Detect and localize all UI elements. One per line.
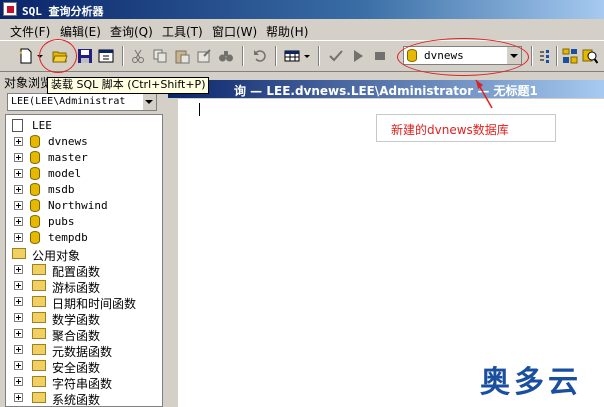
annotation-callout: 新建的dvnews数据库 bbox=[376, 114, 556, 142]
annotation-arrow bbox=[475, 79, 493, 109]
watermark-logo: 奥多云 bbox=[480, 365, 582, 400]
annotation-text: 新建的dvnews数据库 bbox=[391, 123, 509, 137]
